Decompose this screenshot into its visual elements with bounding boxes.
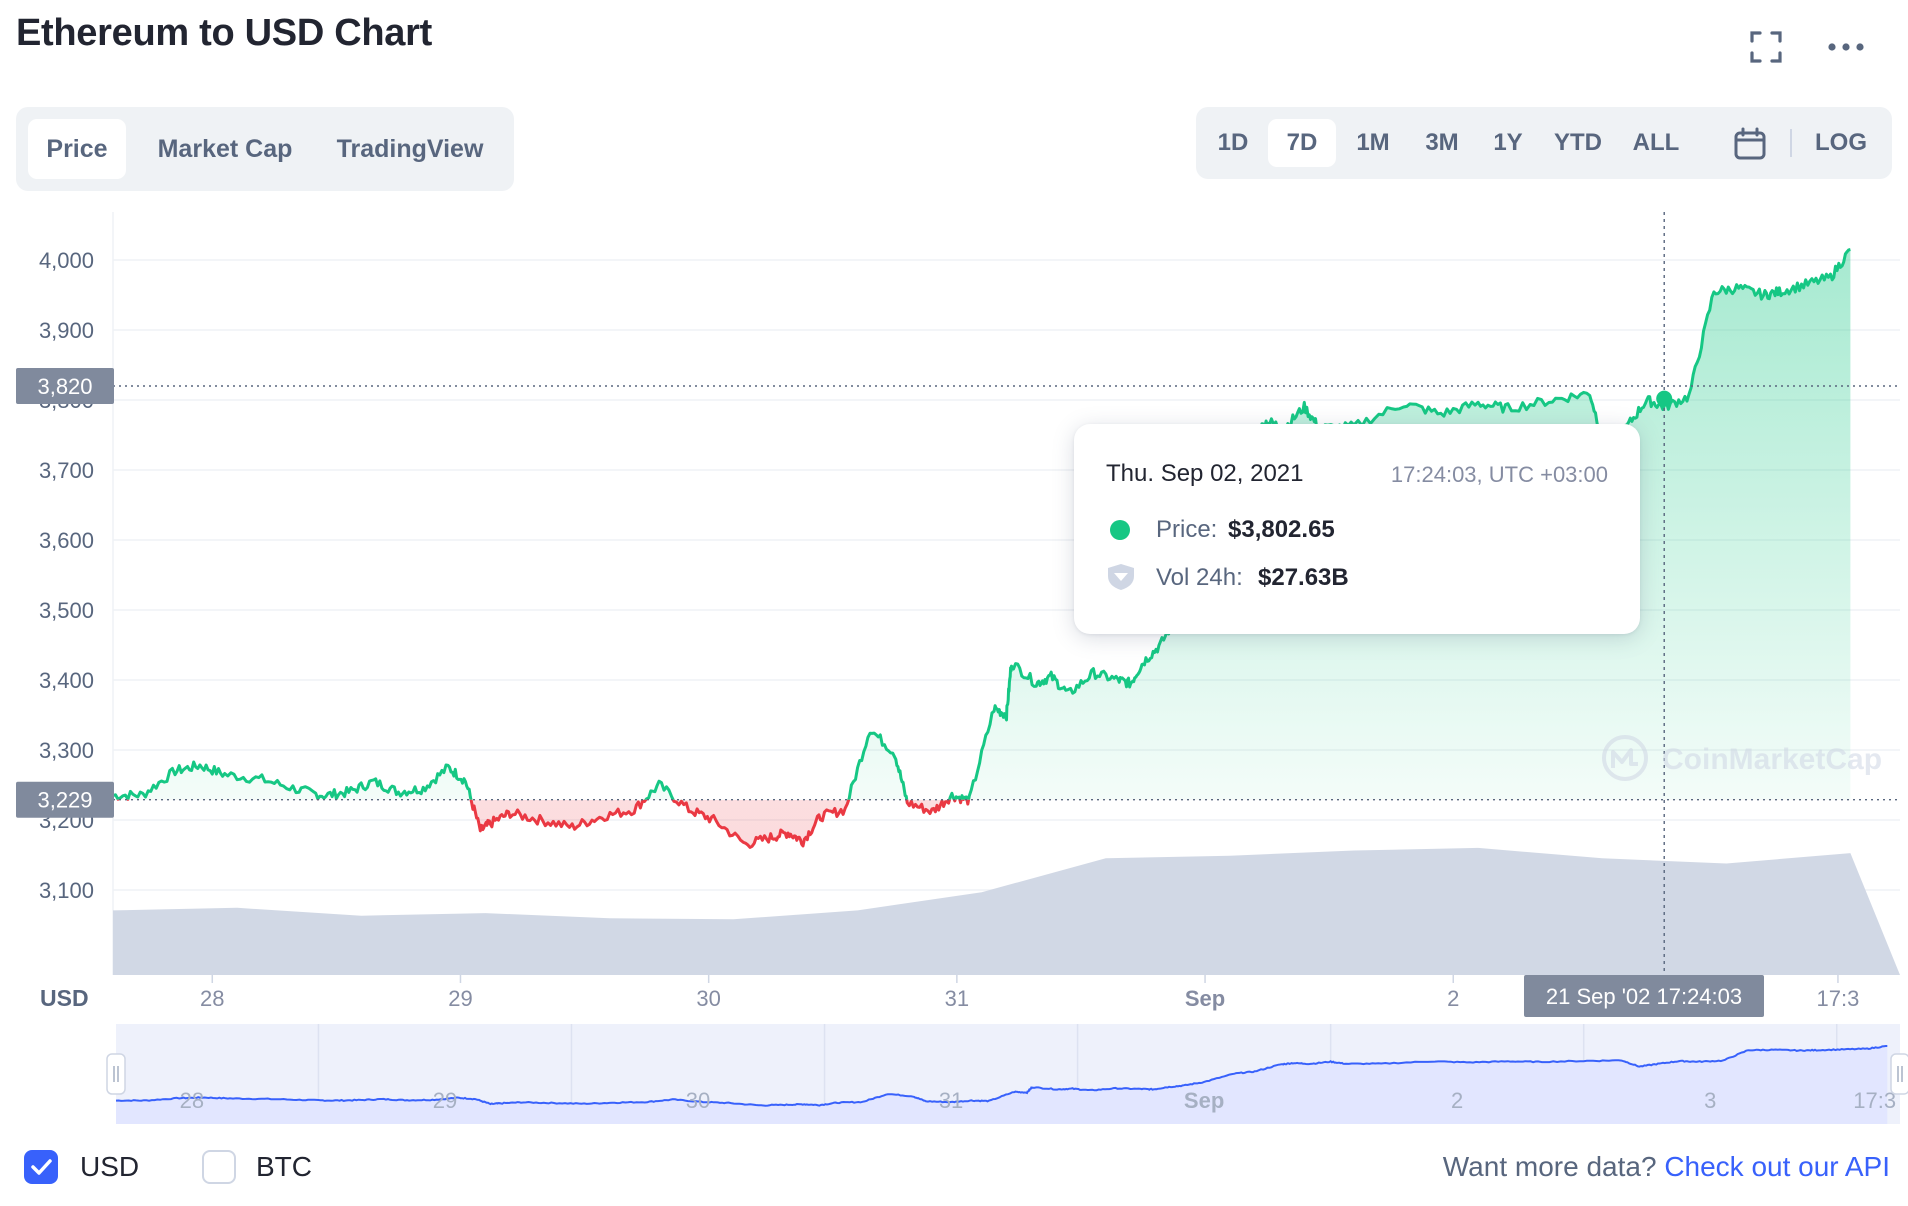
calendar-icon[interactable] xyxy=(1733,127,1767,161)
x-tick-label: 30 xyxy=(696,986,720,1011)
api-prefix: Want more data? xyxy=(1442,1151,1657,1182)
tooltip-date: Thu. Sep 02, 2021 xyxy=(1106,460,1304,487)
y-tick-label: 3,900 xyxy=(39,318,94,343)
watermark-text: CoinMarketCap xyxy=(1662,743,1882,776)
navigator-right-handle[interactable] xyxy=(1890,1053,1908,1095)
tooltip-time: 17:24:03, UTC +03:00 xyxy=(1390,462,1608,487)
range-divider xyxy=(1790,129,1792,157)
y-tick-label: 3,100 xyxy=(39,878,94,903)
x-tick-label: 17:3 xyxy=(1817,986,1860,1011)
y-tick-label: 3,500 xyxy=(39,598,94,623)
page-title: Ethereum to USD Chart xyxy=(16,12,432,54)
tab-price[interactable]: Price xyxy=(28,119,126,179)
navigator-tick-label: 30 xyxy=(686,1088,710,1113)
price-badge-hover-text: 3,820 xyxy=(37,374,92,399)
crosshair-time-text: 21 Sep '02 17:24:03 xyxy=(1546,984,1742,1009)
range-1y[interactable]: 1Y xyxy=(1480,119,1536,167)
y-tick-label: 3,600 xyxy=(39,528,94,553)
navigator-tick-label: 3 xyxy=(1704,1088,1716,1113)
more-icon[interactable] xyxy=(1826,30,1866,64)
check-icon xyxy=(31,1159,52,1175)
hover-point xyxy=(1656,390,1673,407)
x-tick-label: Sep xyxy=(1185,986,1225,1011)
chart-type-tabs: Price Market Cap TradingView xyxy=(16,107,514,191)
range-1m[interactable]: 1M xyxy=(1342,119,1404,167)
tooltip-vol-label: Vol 24h: xyxy=(1156,564,1243,591)
price-badge-baseline: 3,229 xyxy=(16,781,114,818)
volume-icon xyxy=(1108,564,1134,590)
navigator-tick-label: 29 xyxy=(433,1088,457,1113)
crosshair-time-badge: 21 Sep '02 17:24:03 xyxy=(1524,975,1764,1017)
api-promo: Want more data? Check out our API xyxy=(1443,1150,1890,1184)
price-badge-baseline-text: 3,229 xyxy=(37,788,92,813)
tab-tradingview[interactable]: TradingView xyxy=(320,119,500,179)
x-tick-label: 2 xyxy=(1447,986,1459,1011)
range-7d[interactable]: 7D xyxy=(1268,119,1336,167)
price-chart[interactable]: 4,0003,9003,8003,7003,6003,5003,4003,300… xyxy=(0,200,1908,1130)
x-tick-label: 29 xyxy=(448,986,472,1011)
y-tick-label: 3,700 xyxy=(39,458,94,483)
x-tick-label: 28 xyxy=(200,986,224,1011)
price-badge-hover: 3,820 xyxy=(16,368,114,404)
range-3m[interactable]: 3M xyxy=(1410,119,1474,167)
usd-label[interactable]: USD xyxy=(80,1150,139,1184)
price-dot-icon xyxy=(1110,520,1130,540)
volume-area xyxy=(113,847,1900,975)
navigator-tick-label: 2 xyxy=(1451,1088,1463,1113)
range-1d[interactable]: 1D xyxy=(1206,119,1260,167)
price-tooltip: Thu. Sep 02, 2021 17:24:03, UTC +03:00 P… xyxy=(1074,424,1640,634)
range-ytd[interactable]: YTD xyxy=(1542,119,1614,167)
api-link[interactable]: Check out our API xyxy=(1664,1151,1890,1182)
y-tick-label: 3,300 xyxy=(39,738,94,763)
log-toggle[interactable]: LOG xyxy=(1804,119,1878,167)
navigator-tick-label: 28 xyxy=(180,1088,204,1113)
y-tick-label: 4,000 xyxy=(39,248,94,273)
y-tick-label: 3,400 xyxy=(39,668,94,693)
usd-checkbox[interactable] xyxy=(24,1150,58,1184)
navigator-left-handle[interactable] xyxy=(106,1053,126,1095)
tooltip-price-label: Price: xyxy=(1156,516,1218,543)
btc-checkbox[interactable] xyxy=(202,1150,236,1184)
tab-market-cap[interactable]: Market Cap xyxy=(140,119,310,179)
volume-shape xyxy=(113,847,1900,975)
navigator-tick-label: 31 xyxy=(939,1088,963,1113)
tooltip-vol-value: $27.63B xyxy=(1258,564,1349,591)
tooltip-price-value: $3,802.65 xyxy=(1228,516,1335,543)
x-tick-label: 31 xyxy=(945,986,969,1011)
time-range-tabs: 1D 7D 1M 3M 1Y YTD ALL LOG xyxy=(1196,107,1892,179)
btc-label[interactable]: BTC xyxy=(256,1150,312,1184)
navigator-tick-label: Sep xyxy=(1184,1088,1224,1113)
range-all[interactable]: ALL xyxy=(1622,119,1690,167)
expand-icon[interactable] xyxy=(1749,30,1783,64)
navigator-tick-label: 17:3 xyxy=(1853,1088,1896,1113)
range-navigator[interactable]: 28 29 30 31 Sep 2 3 17:3 xyxy=(106,1024,1908,1124)
y-axis-label: USD xyxy=(40,985,89,1011)
